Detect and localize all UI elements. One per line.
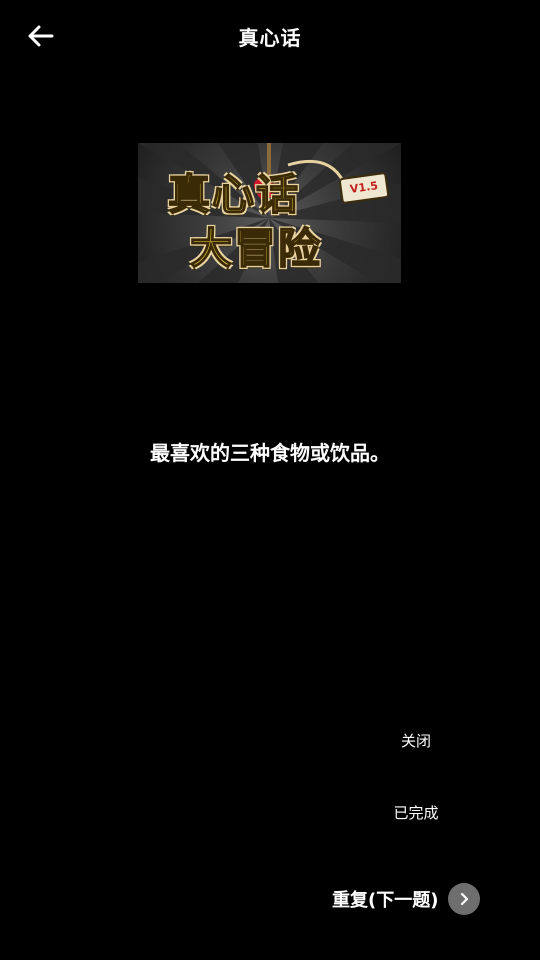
close-button[interactable]: 关闭 [384, 725, 448, 757]
chevron-right-icon [448, 883, 481, 915]
next-question-button[interactable]: 重复(下一题) [332, 881, 504, 917]
question-text: 最喜欢的三种食物或饮品。 [150, 441, 390, 465]
next-question-label: 重复(下一题) [332, 890, 439, 911]
logo-line-1: 真心话 [167, 169, 301, 220]
game-logo-banner: 真心话 大冒险 V1.5 [138, 143, 401, 283]
logo-line-2: 大冒险 [189, 223, 323, 274]
top-bar: 真心话 [0, 0, 540, 72]
screen: 真心话 真心话 大冒险 V1.5 最喜欢的三种食物或饮品。 关闭 已完成 重复(… [0, 0, 540, 960]
page-title: 真心话 [238, 26, 302, 50]
done-button[interactable]: 已完成 [380, 797, 452, 829]
